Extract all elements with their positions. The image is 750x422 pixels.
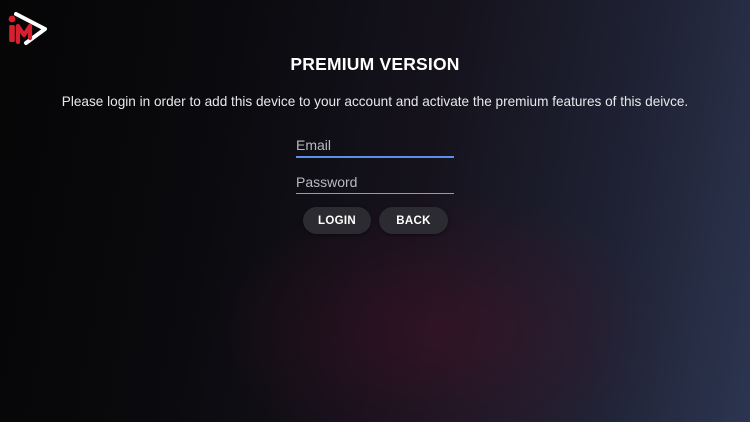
email-field[interactable] <box>296 134 454 158</box>
back-button[interactable]: BACK <box>379 207 448 234</box>
app-logo-icon <box>5 8 49 50</box>
page-title: PREMIUM VERSION <box>290 54 460 74</box>
login-instructions: Please login in order to add this device… <box>61 94 689 109</box>
login-button[interactable]: LOGIN <box>303 207 371 234</box>
password-field[interactable] <box>296 170 454 194</box>
